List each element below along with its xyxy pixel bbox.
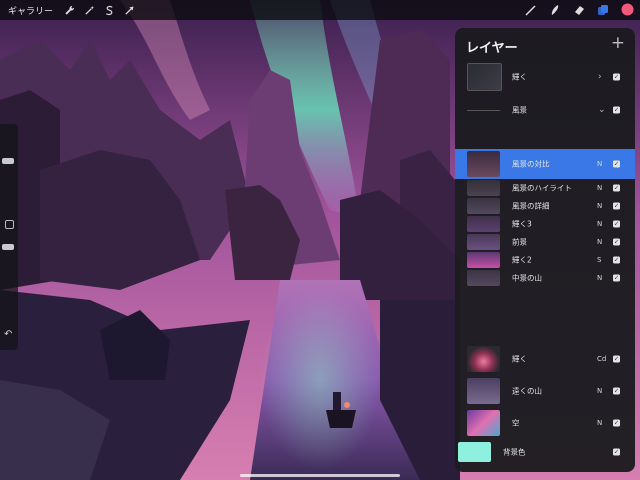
chevron-down-icon[interactable]: ⌄ — [598, 105, 606, 115]
layer-row[interactable]: 前景 N ✓ — [455, 233, 635, 251]
color-swatch-icon[interactable] — [621, 1, 634, 20]
blend-mode[interactable]: N — [597, 387, 602, 395]
layer-row[interactable]: 風景のハイライト N ✓ — [455, 179, 635, 197]
undo-icon[interactable]: ↶ — [4, 329, 12, 340]
layer-group-glow[interactable]: 輝く › ✓ — [455, 62, 635, 92]
layer-row[interactable]: 輝く2 S ✓ — [455, 251, 635, 269]
layer-thumbnail — [467, 216, 500, 232]
layer-row[interactable]: 中景の山 N ✓ — [455, 269, 635, 287]
layer-name: 背景色 — [503, 447, 526, 457]
layer-row[interactable]: 空 N ✓ — [455, 408, 635, 438]
layer-thumbnail — [467, 234, 500, 250]
layer-thumbnail — [467, 252, 500, 268]
visibility-checkbox[interactable]: ✓ — [613, 387, 620, 395]
layer-group-landscape[interactable]: 風景 ⌄ ✓ — [455, 96, 635, 124]
transform-arrow-icon[interactable] — [119, 0, 139, 20]
brush-icon[interactable] — [525, 1, 537, 20]
layer-name: 空 — [512, 418, 520, 428]
visibility-checkbox[interactable]: ✓ — [613, 106, 620, 114]
blend-mode[interactable]: S — [597, 256, 601, 264]
left-sidebar: ↶ — [0, 124, 18, 350]
blend-mode[interactable]: N — [597, 160, 602, 168]
layer-name: 前景 — [512, 237, 527, 247]
blend-mode[interactable]: N — [597, 419, 602, 427]
layers-icon[interactable] — [597, 1, 609, 20]
smudge-icon[interactable] — [549, 1, 561, 20]
layer-row[interactable]: 輝く Cd ✓ — [455, 344, 635, 374]
visibility-checkbox[interactable]: ✓ — [613, 448, 620, 456]
blend-mode[interactable]: Cd — [597, 355, 606, 363]
blend-mode[interactable]: N — [597, 184, 602, 192]
layer-name: 中景の山 — [512, 273, 542, 283]
layer-thumbnail — [467, 346, 500, 372]
visibility-checkbox[interactable]: ✓ — [613, 256, 620, 264]
chevron-right-icon[interactable]: › — [598, 72, 602, 82]
layer-name: 風景 — [512, 105, 527, 115]
background-color-row[interactable]: 背景色 ✓ — [455, 441, 635, 463]
visibility-checkbox[interactable]: ✓ — [613, 419, 620, 427]
layer-name: 輝く — [512, 72, 527, 82]
layers-panel: レイヤー + 輝く › ✓ 風景 ⌄ ✓ 風景の対比 N ✓ 風景のハイライト … — [455, 28, 635, 472]
layer-row[interactable]: 風景の詳細 N ✓ — [455, 197, 635, 215]
eraser-icon[interactable] — [573, 1, 585, 20]
gallery-button[interactable]: ギャラリー — [8, 4, 53, 17]
layer-thumbnail — [467, 270, 500, 286]
layer-thumbnail — [467, 410, 500, 436]
visibility-checkbox[interactable]: ✓ — [613, 73, 620, 81]
visibility-checkbox[interactable]: ✓ — [613, 202, 620, 210]
layer-thumbnail — [467, 151, 500, 177]
visibility-checkbox[interactable]: ✓ — [613, 220, 620, 228]
home-indicator — [240, 474, 400, 477]
group-divider — [467, 110, 500, 111]
blend-mode[interactable]: N — [597, 220, 602, 228]
brush-size-slider[interactable] — [2, 158, 14, 164]
blend-mode[interactable]: N — [597, 202, 602, 210]
selection-s-icon[interactable] — [99, 0, 119, 20]
visibility-checkbox[interactable]: ✓ — [613, 355, 620, 363]
wrench-icon[interactable] — [59, 0, 79, 20]
layer-name: 輝く — [512, 354, 527, 364]
add-layer-button[interactable]: + — [611, 33, 625, 53]
visibility-checkbox[interactable]: ✓ — [613, 160, 620, 168]
layer-name: 遠くの山 — [512, 386, 542, 396]
visibility-checkbox[interactable]: ✓ — [613, 274, 620, 282]
layer-row[interactable]: 輝く3 N ✓ — [455, 215, 635, 233]
blend-mode[interactable]: N — [597, 274, 602, 282]
layer-name: 輝く2 — [512, 255, 532, 265]
blend-mode[interactable]: N — [597, 238, 602, 246]
opacity-slider[interactable] — [2, 244, 14, 250]
background-color-swatch[interactable] — [458, 442, 491, 462]
layer-name: 風景の詳細 — [512, 201, 550, 211]
layer-thumbnail — [467, 180, 500, 196]
layer-thumbnail — [467, 378, 500, 404]
magic-wand-icon[interactable] — [79, 0, 99, 20]
visibility-checkbox[interactable]: ✓ — [613, 184, 620, 192]
modify-button[interactable] — [5, 220, 14, 229]
layer-thumbnail — [467, 63, 502, 91]
layer-name: 風景のハイライト — [512, 183, 572, 193]
layer-row-selected[interactable]: 風景の対比 N ✓ — [455, 149, 635, 179]
layer-name: 風景の対比 — [512, 159, 550, 169]
visibility-checkbox[interactable]: ✓ — [613, 238, 620, 246]
layer-thumbnail — [467, 198, 500, 214]
layer-name: 輝く3 — [512, 219, 532, 229]
top-toolbar: ギャラリー — [0, 0, 640, 20]
layer-row[interactable]: 遠くの山 N ✓ — [455, 376, 635, 406]
layers-panel-title: レイヤー — [466, 41, 518, 56]
right-tools — [525, 0, 634, 20]
